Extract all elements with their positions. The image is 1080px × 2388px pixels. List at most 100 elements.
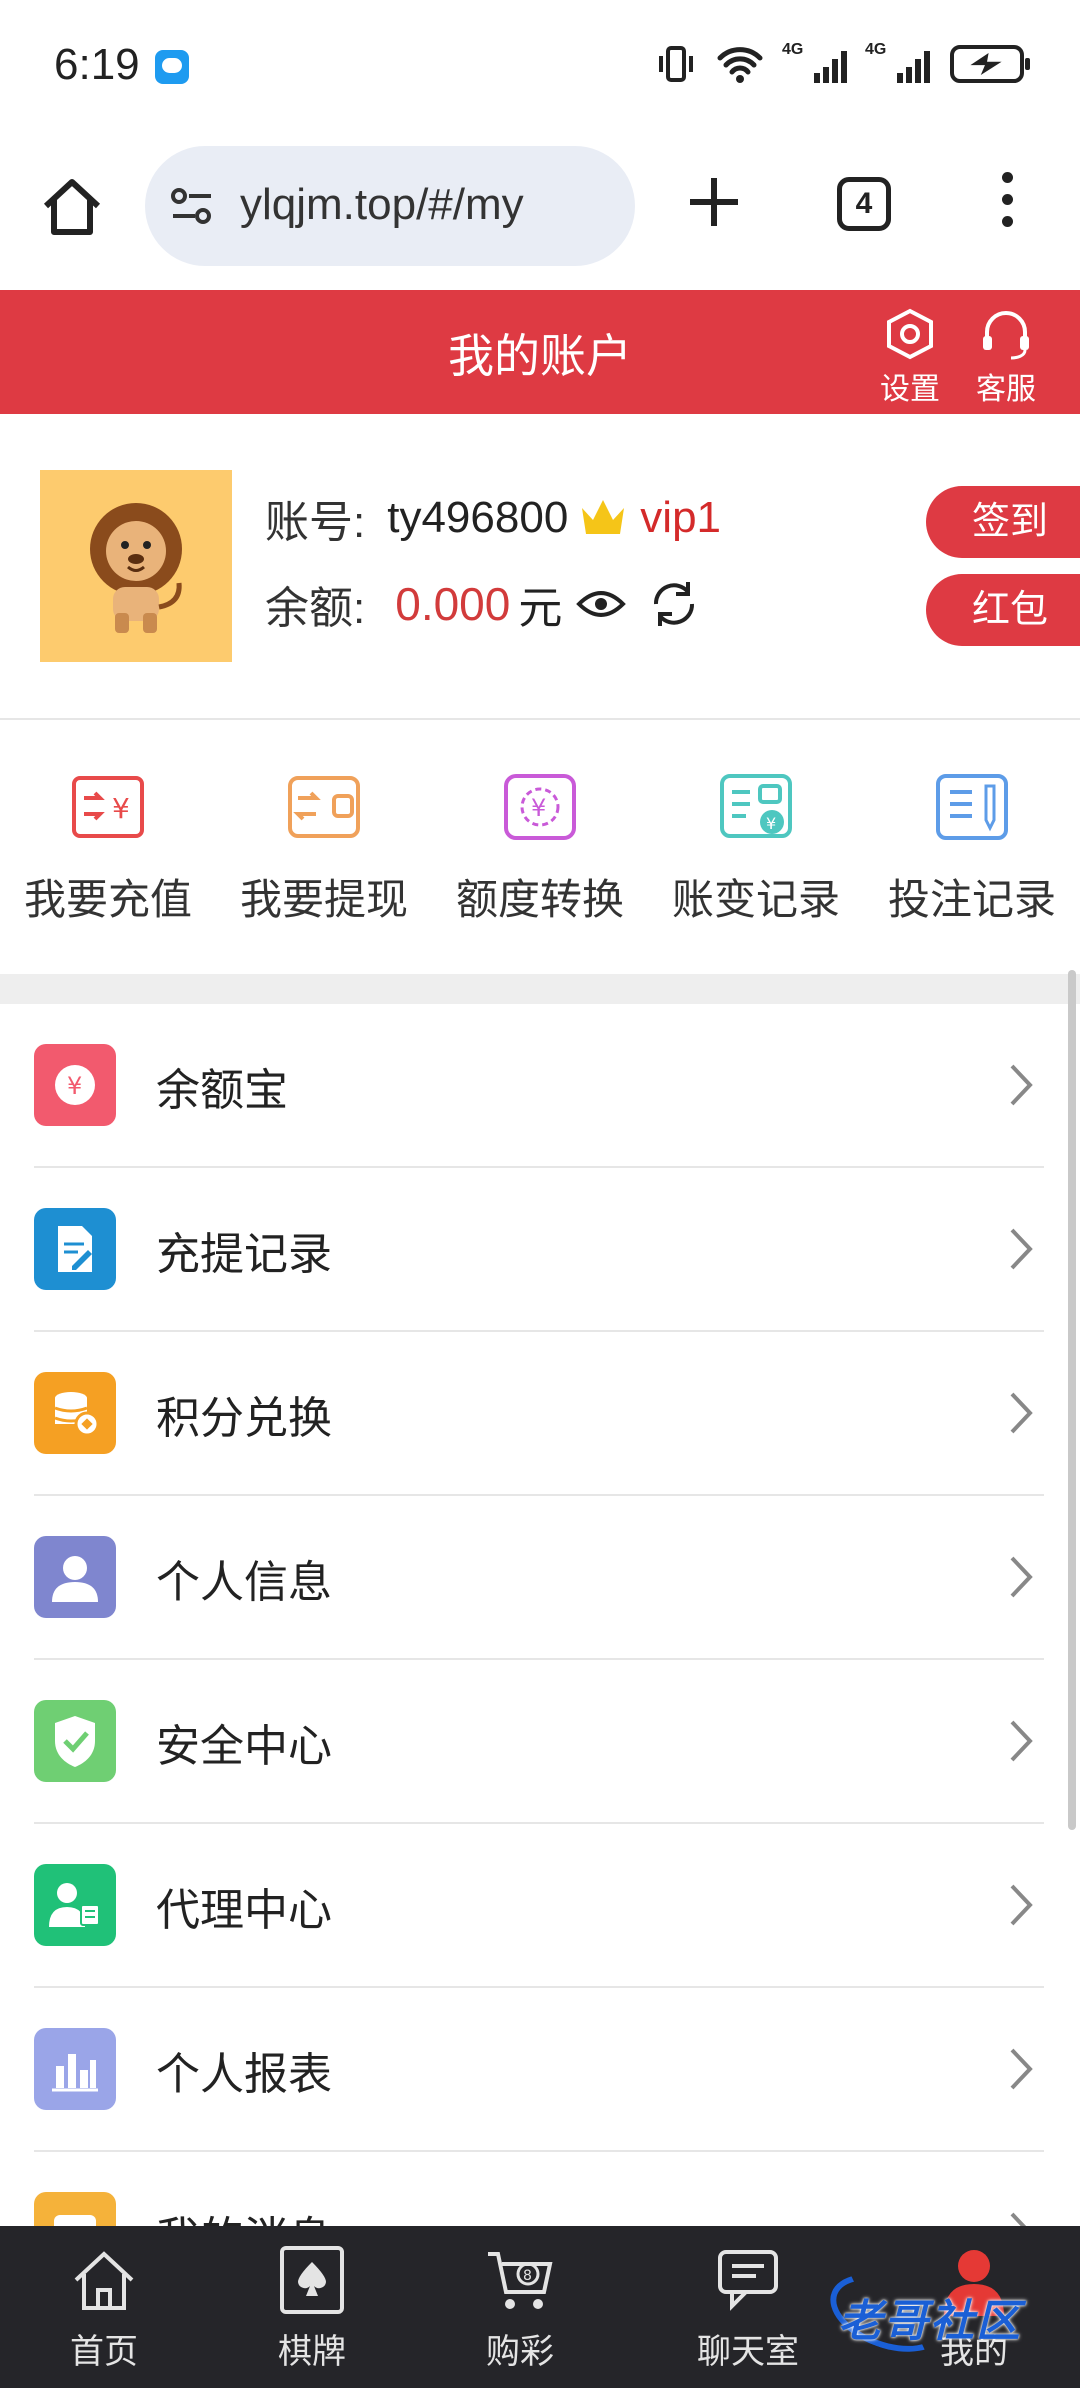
- avatar[interactable]: [40, 470, 232, 662]
- battery-icon: [950, 45, 1030, 83]
- quick-actions: ¥ 我要充值 我要提现 ¥ 额度转换 ¥ 账变记录 投注记录: [0, 722, 1080, 974]
- quick-action-recharge[interactable]: ¥ 我要充值: [0, 772, 216, 927]
- cards-icon: [280, 2246, 344, 2314]
- checkin-button[interactable]: 签到: [926, 486, 1080, 558]
- quick-action-ledger[interactable]: ¥ 账变记录: [648, 772, 864, 927]
- records-icon: [34, 1208, 116, 1290]
- quick-action-label: 额度转换: [455, 876, 624, 923]
- transfer-icon: ¥: [504, 774, 576, 840]
- chevron-right-icon: [1010, 2048, 1033, 2090]
- balance-line: 余额: 0.000 元: [265, 572, 700, 636]
- menu-item-personal-report[interactable]: 个人报表: [34, 1988, 1044, 2152]
- cell-signal-1-icon: 4G: [782, 41, 847, 83]
- browser-toolbar: ylqjm.top/#/my 4: [0, 132, 1080, 290]
- balance-label: 余额:: [265, 584, 366, 633]
- site-settings-icon[interactable]: [169, 184, 215, 228]
- menu-item-label: 个人信息: [156, 1558, 332, 1607]
- wifi-icon: [717, 47, 763, 83]
- quick-action-label: 投注记录: [887, 876, 1056, 923]
- balance-value: 0.000: [395, 578, 511, 630]
- account-label: 账号:: [265, 498, 366, 547]
- menu-item-label: 安全中心: [156, 1722, 332, 1771]
- service-label: 客服: [976, 373, 1036, 406]
- menu-item-label: 个人报表: [156, 2050, 332, 2099]
- nav-cards[interactable]: 棋牌: [212, 2244, 412, 2373]
- yuebao-icon: ¥: [34, 1044, 116, 1126]
- nav-chat[interactable]: 聊天室: [648, 2244, 848, 2373]
- quick-action-transfer[interactable]: ¥ 额度转换: [432, 772, 648, 927]
- chevron-right-icon: [1010, 1392, 1033, 1434]
- new-tab-icon[interactable]: [686, 174, 742, 230]
- browser-home-icon[interactable]: [38, 172, 106, 240]
- report-icon: [34, 2028, 116, 2110]
- svg-text:8: 8: [523, 2268, 532, 2284]
- account-card: 账号: ty496800 vip1 余额: 0.000 元 签到 红包: [0, 414, 1080, 720]
- message-icon: [34, 2192, 116, 2226]
- menu-item-points-exchange[interactable]: 积分兑换: [34, 1332, 1044, 1496]
- chevron-right-icon: [1010, 1720, 1033, 1762]
- cell-signal-2-icon: 4G: [865, 41, 930, 83]
- svg-text:¥: ¥: [112, 792, 130, 825]
- nav-label: 首页: [70, 2333, 138, 2371]
- quick-action-label: 我要提现: [239, 876, 408, 923]
- menu-item-label: 余额宝: [156, 1066, 288, 1115]
- chat-icon: [718, 2250, 778, 2311]
- quick-action-label: 我要充值: [23, 876, 192, 923]
- status-time: 6:19: [54, 40, 140, 89]
- nav-label: 购彩: [486, 2333, 554, 2371]
- menu-item-label: 代理中心: [156, 1886, 332, 1935]
- account-id: ty496800: [387, 493, 569, 542]
- withdraw-icon: [288, 776, 360, 838]
- chevron-right-icon: [1010, 1064, 1033, 1106]
- lottery-cart-icon: 8: [488, 2252, 553, 2309]
- chevron-right-icon: [1010, 1884, 1033, 1926]
- chevron-right-icon: [1010, 1228, 1033, 1270]
- settings-button[interactable]: 设置: [870, 308, 950, 408]
- settings-label: 设置: [880, 373, 940, 406]
- nav-label: 聊天室: [697, 2333, 799, 2371]
- svg-text:¥: ¥: [531, 794, 546, 822]
- menu-item-agent-center[interactable]: 代理中心: [34, 1824, 1044, 1988]
- status-bar: 6:19 4G 4G: [0, 0, 1080, 132]
- headset-icon: [983, 311, 1029, 360]
- refresh-icon[interactable]: [648, 578, 700, 630]
- nav-label: 棋牌: [278, 2333, 346, 2371]
- eye-icon[interactable]: [576, 588, 627, 620]
- chevron-right-icon: [1010, 2212, 1027, 2226]
- browser-menu-icon[interactable]: [996, 172, 1018, 236]
- gear-icon: [887, 308, 933, 360]
- home-icon: [74, 2251, 134, 2310]
- menu-item-label: 充提记录: [156, 1230, 332, 1279]
- address-bar[interactable]: ylqjm.top/#/my: [145, 146, 635, 266]
- quick-action-bet-record[interactable]: 投注记录: [864, 772, 1080, 927]
- points-icon: [34, 1372, 116, 1454]
- menu-item-yuebao[interactable]: ¥ 余额宝: [34, 1004, 1044, 1168]
- menu-item-my-messages[interactable]: 我的消息: [34, 2152, 1044, 2226]
- recharge-icon: ¥: [72, 776, 144, 838]
- message-notification-icon: [155, 50, 189, 84]
- account-line: 账号: ty496800 vip1: [265, 486, 721, 550]
- customer-service-button[interactable]: 客服: [966, 308, 1046, 408]
- crown-icon: [582, 500, 625, 534]
- status-icons: 4G 4G: [656, 41, 1030, 84]
- bet-record-icon: [936, 774, 1008, 840]
- tab-switcher-button[interactable]: 4: [837, 177, 891, 231]
- menu-item-personal-info[interactable]: 个人信息: [34, 1496, 1044, 1660]
- user-icon: [34, 1536, 116, 1618]
- ledger-icon: ¥: [720, 774, 792, 838]
- section-divider: [0, 974, 1080, 1004]
- shield-icon: [34, 1700, 116, 1782]
- menu-item-deposit-withdraw-records[interactable]: 充提记录: [34, 1168, 1044, 1332]
- svg-text:¥: ¥: [67, 1072, 82, 1100]
- chevron-right-icon: [1010, 1556, 1033, 1598]
- page-scrollbar[interactable]: [1068, 970, 1076, 1830]
- nav-lottery[interactable]: 8 购彩: [420, 2244, 620, 2373]
- nav-home[interactable]: 首页: [4, 2244, 204, 2373]
- quick-action-withdraw[interactable]: 我要提现: [216, 772, 432, 927]
- currency-unit: 元: [518, 584, 563, 633]
- menu-item-security-center[interactable]: 安全中心: [34, 1660, 1044, 1824]
- vip-level: vip1: [640, 493, 722, 542]
- red-packet-button[interactable]: 红包: [926, 574, 1080, 646]
- svg-text:¥: ¥: [766, 814, 776, 833]
- vibrate-icon: [659, 46, 693, 82]
